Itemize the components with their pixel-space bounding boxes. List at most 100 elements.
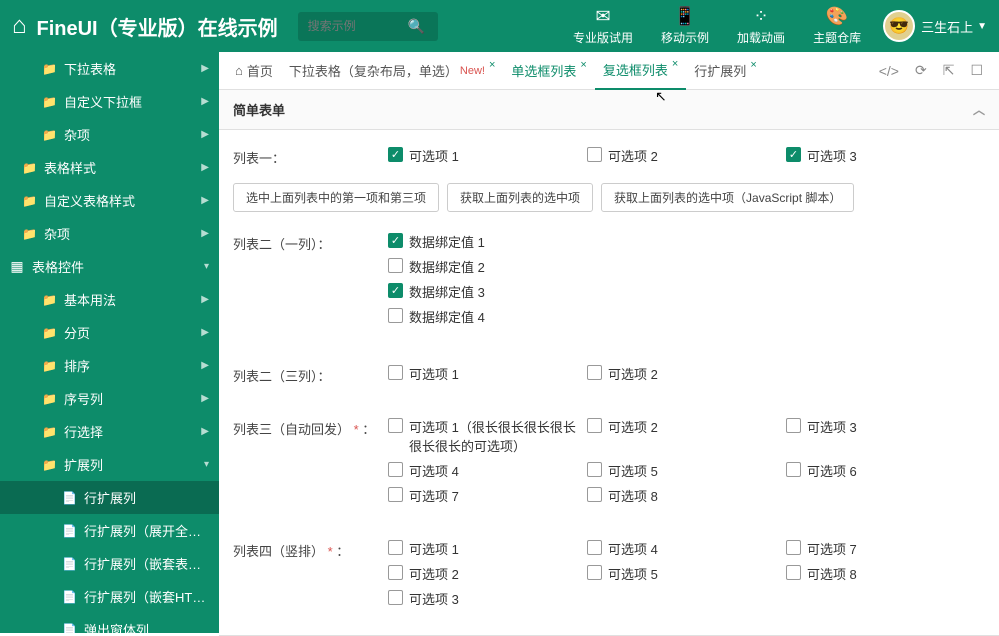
- checkbox-label: 可选项 2: [608, 146, 658, 165]
- sidebar-item[interactable]: 📁分页▶: [0, 316, 219, 349]
- sidebar-item[interactable]: 📁自定义表格样式▶: [0, 184, 219, 217]
- close-icon[interactable]: ×: [489, 59, 495, 71]
- content-area: ⌂首页下拉表格（复杂布局，单选）New!×单选框列表×复选框列表×行扩展列× </…: [219, 52, 999, 633]
- checkbox[interactable]: [786, 565, 801, 580]
- sidebar-item[interactable]: 📁自定义下拉框▶: [0, 85, 219, 118]
- tab[interactable]: ⌂首页: [227, 52, 281, 90]
- collapse-icon[interactable]: ︿: [973, 101, 985, 118]
- search-input[interactable]: [308, 19, 408, 33]
- checkbox[interactable]: [786, 540, 801, 555]
- chevron-icon: ▶: [201, 63, 209, 74]
- user-name[interactable]: 三生石上: [921, 17, 973, 36]
- tab-icon: ⌂: [235, 63, 243, 78]
- user-caret-icon[interactable]: ▼: [977, 21, 987, 32]
- checkbox[interactable]: [587, 487, 602, 502]
- checkbox-item: 可选项 2: [388, 564, 587, 583]
- checkbox[interactable]: [587, 565, 602, 580]
- chevron-icon: ▶: [201, 327, 209, 338]
- app-header: ⌂ FineUI（专业版）在线示例 🔍 ✉专业版试用📱移动示例⁘加载动画🎨主题仓…: [0, 0, 999, 52]
- action-button[interactable]: 获取上面列表的选中项: [447, 183, 593, 212]
- chevron-icon: ▶: [201, 393, 209, 404]
- header-button[interactable]: 🎨主题仓库: [799, 6, 875, 46]
- checkbox-item: 可选项 5: [587, 564, 786, 583]
- chevron-icon: ▶: [201, 426, 209, 437]
- sidebar-item-label: 行扩展列（嵌套HTM...: [84, 587, 209, 606]
- checkbox[interactable]: [786, 462, 801, 477]
- form-label: 列表三（自动回发） * ：: [233, 417, 388, 511]
- popout-icon[interactable]: ⇱: [935, 62, 963, 79]
- avatar[interactable]: 😎: [883, 10, 915, 42]
- folder-icon: 📁: [42, 293, 56, 307]
- checkbox[interactable]: [587, 147, 602, 162]
- checkbox[interactable]: [388, 233, 403, 248]
- sidebar-item-label: 行选择: [64, 422, 209, 441]
- checkbox[interactable]: [388, 487, 403, 502]
- checkbox[interactable]: [587, 365, 602, 380]
- close-icon[interactable]: ×: [672, 58, 678, 70]
- sidebar-item-label: 基本用法: [64, 290, 209, 309]
- search-icon[interactable]: 🔍: [408, 18, 425, 35]
- sidebar-item[interactable]: 📄行扩展列（展开全部）: [0, 514, 219, 547]
- checkbox[interactable]: [388, 418, 403, 433]
- sidebar-item[interactable]: 📁下拉表格▶: [0, 52, 219, 85]
- tab[interactable]: 下拉表格（复杂布局，单选）New!×: [281, 52, 504, 90]
- header-button[interactable]: ⁘加载动画: [723, 6, 799, 46]
- sidebar-item[interactable]: 📄行扩展列（嵌套HTM...: [0, 580, 219, 613]
- checkbox[interactable]: [388, 283, 403, 298]
- checkbox[interactable]: [388, 540, 403, 555]
- home-icon[interactable]: ⌂: [12, 12, 27, 40]
- action-button[interactable]: 获取上面列表的选中项（JavaScript 脚本）: [601, 183, 854, 212]
- tab[interactable]: 复选框列表×: [595, 52, 686, 90]
- tab[interactable]: 单选框列表×: [503, 52, 594, 90]
- maximize-icon[interactable]: ☐: [962, 62, 991, 79]
- checkbox[interactable]: [388, 258, 403, 273]
- header-button[interactable]: ✉专业版试用: [559, 6, 647, 46]
- sidebar-item[interactable]: 📁扩展列▾: [0, 448, 219, 481]
- form-panel: 简单表单 ︿ 列表一： 可选项 1 可选项 2 可选项 3 选中上面列表中的第一…: [219, 90, 999, 636]
- checkbox[interactable]: [786, 147, 801, 162]
- panel-header: 简单表单 ︿: [219, 90, 999, 130]
- button-row: 选中上面列表中的第一项和第三项获取上面列表的选中项获取上面列表的选中项（Java…: [233, 177, 985, 226]
- form-row: 列表三（自动回发） * ： 可选项 1（很长很长很长很长很长很长的可选项） 可选…: [233, 411, 985, 517]
- sidebar-item[interactable]: 📁杂项▶: [0, 118, 219, 151]
- sidebar-item[interactable]: 📁基本用法▶: [0, 283, 219, 316]
- checkbox[interactable]: [388, 308, 403, 323]
- sidebar-item[interactable]: 📄行扩展列: [0, 481, 219, 514]
- sidebar-item[interactable]: 📄行扩展列（嵌套表格...: [0, 547, 219, 580]
- checkbox[interactable]: [388, 590, 403, 605]
- close-icon[interactable]: ×: [580, 59, 586, 71]
- search-box[interactable]: 🔍: [298, 12, 438, 41]
- chevron-icon: ▶: [201, 228, 209, 239]
- app-title: FineUI（专业版）在线示例: [37, 12, 278, 41]
- sidebar-item[interactable]: ▦表格控件▾: [0, 250, 219, 283]
- sidebar-item[interactable]: 📁行选择▶: [0, 415, 219, 448]
- checkbox[interactable]: [786, 418, 801, 433]
- checkbox[interactable]: [587, 418, 602, 433]
- sidebar-item[interactable]: 📄弹出窗体列: [0, 613, 219, 633]
- refresh-icon[interactable]: ⟳: [907, 62, 935, 79]
- sidebar-item[interactable]: 📁排序▶: [0, 349, 219, 382]
- code-icon[interactable]: </>: [871, 63, 907, 79]
- checkbox[interactable]: [388, 147, 403, 162]
- folder-icon: 📁: [22, 194, 36, 208]
- checkbox[interactable]: [587, 462, 602, 477]
- header-button[interactable]: 📱移动示例: [647, 6, 723, 46]
- chevron-icon: ▾: [204, 459, 209, 470]
- sidebar-item[interactable]: 📁杂项▶: [0, 217, 219, 250]
- sidebar-item[interactable]: 📁序号列▶: [0, 382, 219, 415]
- checkbox-item: 可选项 4: [587, 539, 786, 558]
- sidebar-item-label: 杂项: [64, 125, 209, 144]
- header-button-icon: 🎨: [813, 6, 861, 27]
- checkbox[interactable]: [388, 462, 403, 477]
- checkbox[interactable]: [388, 565, 403, 580]
- action-button[interactable]: 选中上面列表中的第一项和第三项: [233, 183, 439, 212]
- checkbox-label: 可选项 4: [608, 539, 658, 558]
- chevron-icon: ▶: [201, 360, 209, 371]
- form-label: 列表四（竖排） * ：: [233, 539, 388, 614]
- close-icon[interactable]: ×: [750, 59, 756, 71]
- checkbox-label: 可选项 5: [608, 461, 658, 480]
- checkbox[interactable]: [587, 540, 602, 555]
- checkbox[interactable]: [388, 365, 403, 380]
- sidebar-item[interactable]: 📁表格样式▶: [0, 151, 219, 184]
- tab[interactable]: 行扩展列×: [686, 52, 764, 90]
